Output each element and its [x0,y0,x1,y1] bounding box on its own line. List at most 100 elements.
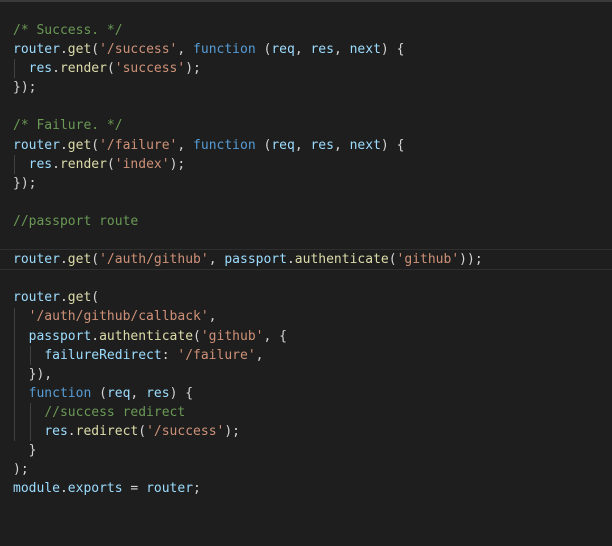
code-line[interactable]: }); [13,174,612,193]
code-token: router [13,42,60,58]
code-token: . [59,481,68,497]
code-token: 'success' [114,61,186,77]
code-line[interactable]: module.exports = router; [13,479,612,498]
code-token: '/success' [146,423,225,439]
code-token: }); [13,80,37,96]
code-token: , { [263,328,287,344]
code-line[interactable]: router.get( [13,288,612,307]
code-token: ) { [169,385,194,401]
code-token: authenticate [99,328,194,344]
code-token: //passport route [13,213,139,229]
code-token: ( [91,385,107,401]
indent-guide [14,59,15,79]
code-line[interactable]: res.redirect('/success'); [13,422,612,441]
code-token: res [28,61,53,77]
code-token: router [13,137,60,153]
code-line[interactable]: res.render('index'); [13,155,612,174]
code-line[interactable]: }); [13,78,612,97]
code-line[interactable]: ); [13,460,612,479]
code-token: '/failure' [99,137,178,153]
code-line[interactable] [13,269,612,288]
code-token: router [13,252,60,268]
code-token: ( [91,290,100,306]
code-token: , [294,137,311,153]
code-token: /* Success. */ [13,23,123,38]
code-token: get [67,137,92,153]
code-line[interactable]: failureRedirect: '/failure', [13,346,612,365]
code-token: ( [138,423,147,439]
code-token: get [67,290,92,306]
code-token: req [271,42,295,58]
code-token: , [208,309,217,325]
code-token: , [130,385,147,401]
indent-guide [29,345,31,365]
code-token: ( [91,42,100,58]
code-line[interactable]: router.get('/success', function (req, re… [13,40,612,59]
code-line[interactable]: //success redirect [13,403,612,422]
code-token: module [13,481,60,497]
code-token: function [193,137,256,153]
code-line[interactable]: router.get('/auth/github', passport.auth… [0,249,612,271]
code-token: ( [106,61,115,77]
code-token: router [146,481,194,497]
code-token: , [208,252,225,268]
code-token: }); [13,175,37,191]
indent-guide [29,403,31,442]
code-line[interactable]: //passport route [13,212,612,231]
code-token: authenticate [294,252,389,268]
code-line[interactable]: /* Failure. */ [13,116,612,135]
code-token: : [161,347,178,363]
code-line[interactable] [13,231,612,250]
code-token: function [193,42,256,58]
code-token: res [146,385,170,401]
code-token: . [59,290,68,306]
code-token: } [13,443,37,459]
code-line[interactable]: res.render('success'); [13,59,612,78]
code-line[interactable]: } [13,441,612,460]
code-token: ; [193,481,201,497]
code-token: . [52,156,60,172]
code-token: , [333,137,350,153]
code-line[interactable]: function (req, res) { [13,384,612,403]
code-token: passport [28,328,92,344]
code-token: . [59,137,68,153]
code-token: '/auth/github' [99,252,209,268]
code-token: 'index' [114,156,170,172]
code-token: . [52,61,60,77]
code-line[interactable]: passport.authenticate('github', { [13,327,612,346]
code-line[interactable]: }), [13,365,612,384]
code-token: next [349,137,381,153]
code-token: req [106,385,131,401]
code-token: ( [91,137,100,153]
indent-guide [14,154,15,174]
code-token: '/success' [99,42,178,58]
code-line[interactable]: router.get('/failure', function (req, re… [13,136,612,155]
code-token: redirect [75,423,139,439]
code-line[interactable]: '/auth/github/callback', [13,307,612,326]
code-token: , [294,42,311,58]
code-token: 'github' [396,252,460,268]
code-token: ( [255,137,272,153]
code-line[interactable] [13,97,612,116]
code-area[interactable]: /* Success. */router.get('/success', fun… [0,21,612,498]
code-token: . [59,42,68,58]
code-token: . [91,328,100,344]
code-editor[interactable]: /* Success. */router.get('/success', fun… [0,0,612,546]
code-token: , [177,42,194,58]
indent-guide [14,307,15,442]
code-token: ( [388,252,397,268]
code-token: , [255,347,264,363]
code-line[interactable] [13,193,612,212]
code-token: ( [193,328,201,344]
code-token: ( [91,252,100,268]
code-line[interactable]: /* Success. */ [13,21,612,40]
code-token: . [67,423,76,439]
code-token: res [28,156,53,172]
